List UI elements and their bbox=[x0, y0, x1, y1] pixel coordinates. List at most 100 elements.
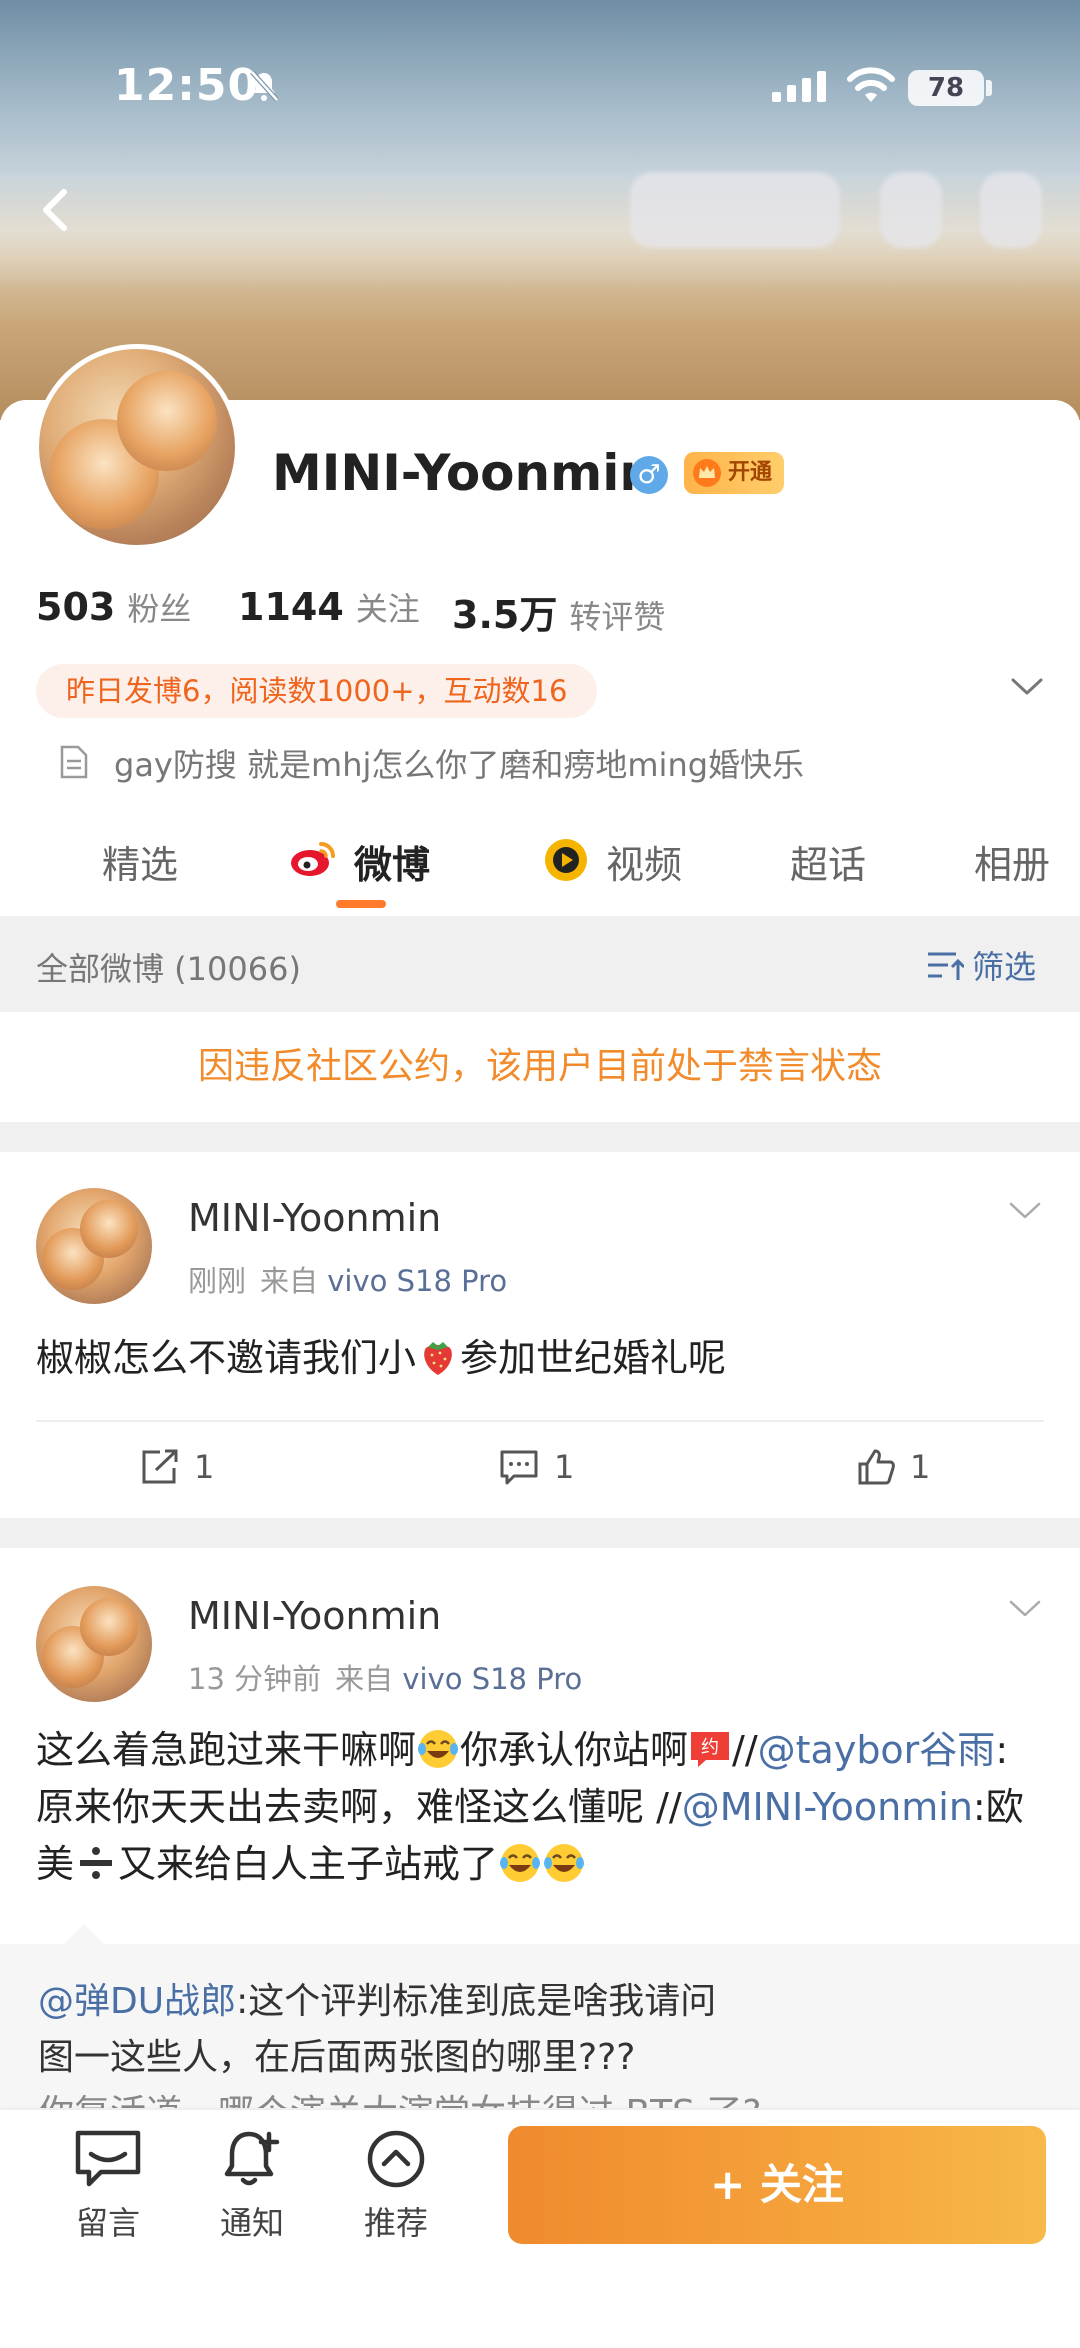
wifi-icon bbox=[847, 67, 895, 102]
stat-following-value: 1144 bbox=[238, 585, 344, 629]
post-text-segment: 参加世纪婚礼呢 bbox=[460, 1336, 727, 1380]
stat-following[interactable]: 1144 关注 bbox=[238, 584, 420, 630]
tab-video[interactable]: 视频 bbox=[606, 834, 682, 889]
battery-tip bbox=[986, 80, 992, 96]
stat-following-label: 关注 bbox=[355, 590, 420, 628]
post-menu-chevron-icon[interactable] bbox=[1008, 1200, 1042, 1222]
stat-followers-value: 503 bbox=[36, 585, 116, 629]
header-action-blurred-2[interactable] bbox=[880, 172, 942, 248]
filter-button[interactable]: 筛选 bbox=[972, 942, 1036, 988]
feed-separator bbox=[0, 1122, 1080, 1152]
tab-super-topic[interactable]: 超话 bbox=[790, 834, 866, 889]
bio-document-icon bbox=[60, 745, 88, 779]
repost-count: 1 bbox=[194, 1448, 215, 1486]
post-body: 这么着急跑过来干嘛啊 你承认你站啊 约 //@taybor谷雨:原来你天天出去卖… bbox=[36, 1722, 1046, 1893]
all-weibo-count[interactable]: 全部微博 (10066) bbox=[36, 944, 301, 990]
header-action-blurred-1[interactable] bbox=[630, 172, 840, 248]
message-button[interactable]: 留言 bbox=[48, 2128, 168, 2244]
filter-icon[interactable] bbox=[926, 948, 964, 984]
quote-text-cut-line: 你复活道，哪个演关大演堂女技得过 BTS 了? bbox=[38, 2086, 762, 2108]
strawberry-emoji-icon bbox=[424, 1342, 452, 1375]
mention-link[interactable]: @弹DU战郎 bbox=[38, 1981, 236, 2022]
like-button[interactable]: 1 bbox=[856, 1448, 930, 1486]
activity-summary-pill[interactable]: 昨日发博6，阅读数1000+，互动数16 bbox=[36, 664, 598, 718]
mention-link[interactable]: @MINI-Yoonmin bbox=[682, 1785, 973, 1829]
post-author-name[interactable]: MINI-Yoonmin bbox=[188, 1594, 441, 1638]
stat-followers-label: 粉丝 bbox=[127, 590, 192, 628]
vip-badge-label: 开通 bbox=[728, 460, 773, 485]
post-time: 13 分钟前 bbox=[188, 1662, 322, 1696]
recommend-arrow-up-icon bbox=[367, 2130, 425, 2188]
post-body: 椒椒怎么不邀请我们小 参加世纪婚礼呢 bbox=[36, 1330, 1046, 1387]
comment-count: 1 bbox=[554, 1448, 575, 1486]
profile-avatar[interactable] bbox=[34, 344, 240, 550]
svg-text:约: 约 bbox=[701, 1737, 719, 1758]
recommend-button[interactable]: 推荐 bbox=[336, 2128, 456, 2244]
notify-label: 通知 bbox=[219, 2204, 284, 2242]
sarcasm-bubble-emoji-icon: 约 bbox=[691, 1732, 730, 1767]
ban-notice: 因违反社区公约，该用户目前处于禁言状态 bbox=[0, 1012, 1080, 1122]
notify-button[interactable]: 通知 bbox=[192, 2128, 312, 2244]
vip-open-badge[interactable]: 开通 bbox=[684, 452, 785, 494]
active-tab-indicator bbox=[336, 900, 386, 908]
tab-weibo[interactable]: 微博 bbox=[354, 834, 430, 889]
profile-username: MINI-Yoonmin bbox=[272, 444, 655, 502]
quote-text-line: 图一这些人，在后面两张图的哪里??? bbox=[38, 2037, 636, 2078]
recommend-label: 推荐 bbox=[363, 2204, 428, 2242]
crown-icon bbox=[693, 459, 721, 487]
post-device[interactable]: vivo S18 Pro bbox=[327, 1264, 507, 1298]
post-text-segment: // bbox=[732, 1728, 758, 1772]
gender-male-icon: ♂ bbox=[630, 456, 668, 494]
mention-link[interactable]: @taybor谷雨 bbox=[758, 1728, 996, 1772]
tab-featured[interactable]: 精选 bbox=[102, 834, 178, 889]
back-arrow-icon[interactable] bbox=[26, 180, 86, 240]
post-author-avatar[interactable] bbox=[36, 1586, 152, 1702]
video-logo-icon bbox=[545, 839, 587, 881]
bell-plus-icon bbox=[224, 2131, 280, 2186]
status-bar: 12:50 78 bbox=[0, 0, 1080, 120]
post-source-prefix: 来自 bbox=[335, 1662, 394, 1696]
post-author-name[interactable]: MINI-Yoonmin bbox=[188, 1196, 441, 1240]
comment-button[interactable]: 1 bbox=[498, 1448, 574, 1486]
mute-bell-icon bbox=[250, 70, 279, 102]
repost-button[interactable]: 1 bbox=[140, 1448, 214, 1486]
follow-button[interactable]: + 关注 bbox=[508, 2126, 1046, 2244]
post-text-segment: 椒椒怎么不邀请我们小 bbox=[36, 1336, 417, 1380]
avatar-kitten-back bbox=[80, 1200, 138, 1258]
post-meta: 刚刚 来自 vivo S18 Pro bbox=[188, 1258, 507, 1300]
stat-interactions-value: 3.5万 bbox=[452, 593, 558, 637]
post-device[interactable]: vivo S18 Pro bbox=[402, 1662, 582, 1696]
post-divider bbox=[36, 1420, 1044, 1422]
laughing-tears-emoji-icon bbox=[418, 1730, 459, 1768]
stat-followers[interactable]: 503 粉丝 bbox=[36, 584, 191, 630]
stat-interactions[interactable]: 3.5万 转评赞 bbox=[452, 584, 665, 639]
weibo-logo-icon bbox=[291, 842, 335, 876]
laughing-tears-emoji-icon bbox=[500, 1844, 541, 1882]
message-bubble-icon bbox=[75, 2130, 141, 2187]
post-text-segment: 你承认你站啊 bbox=[460, 1728, 689, 1772]
post-source-prefix: 来自 bbox=[260, 1264, 319, 1298]
quote-text-line: :这个评判标准到底是啥我请问 bbox=[236, 1981, 717, 2022]
thumbs-up-icon bbox=[858, 1449, 895, 1485]
header-action-blurred-3[interactable] bbox=[980, 172, 1042, 248]
post-text-segment: 又来给白人主子站戒了 bbox=[118, 1842, 499, 1886]
feed-separator bbox=[0, 1518, 1080, 1548]
repost-icon bbox=[142, 1449, 178, 1484]
battery-indicator: 78 bbox=[908, 70, 984, 106]
divide-sign-icon bbox=[80, 1847, 113, 1879]
post-text-segment: 这么着急跑过来干嘛啊 bbox=[36, 1728, 417, 1772]
avatar-kitten-back bbox=[80, 1598, 138, 1656]
avatar-kitten-back bbox=[117, 371, 217, 471]
post-time: 刚刚 bbox=[188, 1264, 247, 1298]
comment-icon bbox=[500, 1450, 538, 1485]
quoted-text: @弹DU战郎:这个评判标准到底是啥我请问 图一这些人，在后面两张图的哪里??? bbox=[38, 1974, 1048, 2086]
profile-bio: gay防搜 就是mhj怎么你了磨和痨地ming婚快乐 bbox=[114, 746, 805, 784]
tab-album[interactable]: 相册 bbox=[974, 834, 1050, 889]
post-menu-chevron-icon[interactable] bbox=[1008, 1598, 1042, 1620]
like-count: 1 bbox=[910, 1448, 931, 1486]
chevron-down-icon[interactable] bbox=[1010, 676, 1044, 698]
status-time: 12:50 bbox=[114, 60, 260, 111]
stat-interactions-label: 转评赞 bbox=[569, 598, 666, 636]
post-author-avatar[interactable] bbox=[36, 1188, 152, 1304]
message-label: 留言 bbox=[75, 2204, 140, 2242]
